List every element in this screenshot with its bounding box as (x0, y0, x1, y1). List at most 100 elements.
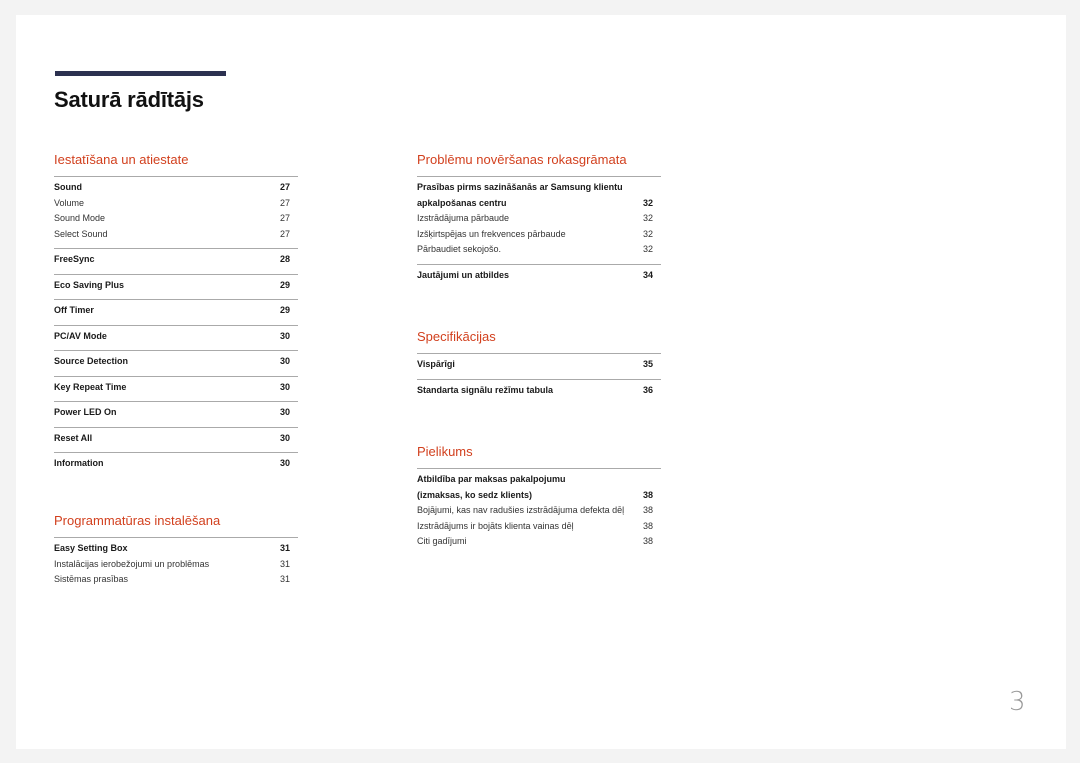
toc-subentry-label: Instalācijas ierobežojumi un problēmas (54, 558, 210, 569)
toc-entry-page: 35 (642, 359, 653, 369)
toc-group: Source Detection 30 (54, 351, 298, 377)
toc-subentry-label: Izstrādājuma pārbaude (417, 213, 510, 223)
toc-group: Information 30 (54, 453, 298, 478)
toc-entry-label: Information (54, 458, 104, 468)
toc-entry-label: Atbildība par maksas pakalpojumu (417, 474, 566, 484)
toc-entry-page: 34 (642, 269, 653, 280)
toc-subentry[interactable]: Izšķirtspējas un frekvences pārbaude 32 (417, 227, 653, 243)
page-title: Saturā rādītājs (54, 87, 204, 112)
toc-entry[interactable]: (izmaksas, ko sedz klients) 38 (417, 488, 653, 504)
toc-entry-page: 29 (279, 279, 290, 290)
section-heading[interactable]: Pielikums (417, 441, 661, 469)
toc-subentry-page: 31 (279, 558, 290, 569)
toc-entry-label: Source Detection (54, 356, 129, 366)
toc-entry-page: 38 (642, 489, 653, 500)
toc-subentry-label: Citi gadījumi (417, 536, 467, 546)
toc-subentry-label: Izstrādājums ir bojāts klienta vainas dē… (417, 520, 574, 531)
toc-subentry-page: 32 (642, 244, 653, 254)
toc-entry-label: apkalpošanas centru (417, 197, 507, 208)
toc-subentry[interactable]: Pārbaudiet sekojošo. 32 (417, 242, 653, 258)
toc-subentry[interactable]: Volume 27 (54, 196, 290, 212)
toc-entry[interactable]: Power LED On 30 (54, 405, 290, 421)
section-heading[interactable]: Specifikācijas (417, 326, 661, 354)
toc-section-specifications: Specifikācijas Vispārīgi 35 Standarta sign… (417, 326, 661, 404)
toc-group: Jautājumi un atbildes 34 (417, 265, 661, 290)
toc-group: Sound 27 Volume 27 Sound Mode 27 Select Sound 2… (54, 177, 298, 249)
toc-subentry-page: 32 (642, 213, 653, 223)
toc-entry-label: Reset All (54, 432, 93, 443)
toc-entry-page: 30 (279, 432, 290, 443)
toc-subentry-page: 38 (642, 520, 653, 531)
toc-group: Eco Saving Plus 29 (54, 275, 298, 300)
toc-subentry-label: Bojājumi, kas nav radušies izstrādājuma … (417, 505, 625, 515)
toc-entry-label: Jautājumi un atbildes (417, 269, 510, 280)
toc-entry-label: Easy Setting Box (54, 543, 128, 553)
page-number: 3 (1009, 687, 1026, 717)
toc-entry[interactable]: PC/AV Mode 30 (54, 329, 290, 345)
toc-subentry[interactable]: Bojājumi, kas nav radušies izstrādājuma … (417, 503, 653, 519)
toc-entry-label: (izmaksas, ko sedz klients) (417, 489, 533, 500)
title-accent-bar (55, 71, 226, 76)
toc-entry[interactable]: Easy Setting Box 31 (54, 541, 290, 557)
toc-entry[interactable]: Information 30 (54, 456, 290, 472)
toc-entry[interactable]: Standarta signālu režīmu tabula 36 (417, 383, 653, 399)
toc-subentry-page: 31 (279, 574, 290, 584)
toc-entry[interactable]: Vispārīgi 35 (417, 357, 653, 373)
toc-group: FreeSync 28 (54, 249, 298, 275)
toc-entry-label: Key Repeat Time (54, 381, 127, 392)
toc-entry[interactable]: Eco Saving Plus 29 (54, 278, 290, 294)
toc-group: Easy Setting Box 31 Instalācijas ierobežoj… (54, 538, 298, 594)
toc-subentry-label: Izšķirtspējas un frekvences pārbaude (417, 228, 566, 239)
toc-subentry[interactable]: Izstrādājums ir bojāts klienta vainas dē… (417, 519, 653, 535)
toc-section-troubleshooting: Problēmu novēršanas rokasgrāmata Prasība… (417, 149, 661, 289)
toc-section-appendix: Pielikums Atbildība par maksas pakalpoju… (417, 441, 661, 556)
toc-entry[interactable]: Source Detection 30 (54, 354, 290, 370)
section-heading[interactable]: Iestatīšana un atiestate (54, 149, 298, 177)
toc-entry-label: FreeSync (54, 254, 95, 264)
toc-entry-page: 29 (279, 305, 290, 315)
toc-entry-line[interactable]: Atbildība par maksas pakalpojumu (417, 472, 653, 488)
toc-entry-line[interactable]: Prasības pirms sazināšanās ar Samsung kl… (417, 180, 653, 196)
toc-group: Power LED On 30 (54, 402, 298, 428)
toc-entry-page: 32 (642, 197, 653, 208)
toc-group: Reset All 30 (54, 428, 298, 453)
toc-entry[interactable]: Reset All 30 (54, 431, 290, 447)
toc-subentry[interactable]: Izstrādājuma pārbaude 32 (417, 211, 653, 227)
toc-entry-page: 28 (279, 254, 290, 264)
toc-entry[interactable]: FreeSync 28 (54, 252, 290, 268)
toc-subentry[interactable]: Citi gadījumi 38 (417, 534, 653, 550)
toc-entry-page: 30 (279, 330, 290, 341)
toc-entry-page: 30 (279, 356, 290, 366)
toc-entry-page: 30 (279, 458, 290, 468)
toc-entry[interactable]: Off Timer 29 (54, 303, 290, 319)
toc-section-setup: Iestatīšana un atiestate Sound 27 Volume 27… (54, 149, 298, 478)
toc-subentry[interactable]: Sistēmas prasības 31 (54, 572, 290, 588)
toc-subentry-page: 27 (279, 228, 290, 239)
toc-entry-label: Vispārīgi (417, 359, 455, 369)
toc-entry[interactable]: Jautājumi un atbildes 34 (417, 268, 653, 284)
toc-entry-page: 30 (279, 381, 290, 392)
toc-entry-label: Standarta signālu režīmu tabula (417, 384, 554, 395)
toc-subentry-label: Volume (54, 197, 85, 208)
toc-group: Off Timer 29 (54, 300, 298, 326)
toc-entry-label: Eco Saving Plus (54, 279, 125, 290)
toc-entry-label: Prasības pirms sazināšanās ar Samsung kl… (417, 182, 623, 192)
section-heading[interactable]: Problēmu novēršanas rokasgrāmata (417, 149, 661, 177)
toc-subentry-page: 38 (642, 536, 653, 546)
toc-entry[interactable]: Sound 27 (54, 180, 290, 196)
toc-section-software: Programmatūras instalēšana Easy Setting … (54, 510, 298, 594)
toc-entry-page: 31 (279, 543, 290, 553)
toc-subentry[interactable]: Select Sound 27 (54, 227, 290, 243)
toc-subentry[interactable]: Sound Mode 27 (54, 211, 290, 227)
toc-entry[interactable]: Key Repeat Time 30 (54, 380, 290, 396)
toc-subentry-page: 32 (642, 228, 653, 239)
toc-entry[interactable]: apkalpošanas centru 32 (417, 196, 653, 212)
section-heading[interactable]: Programmatūras instalēšana (54, 510, 298, 538)
toc-subentry[interactable]: Instalācijas ierobežojumi un problēmas 31 (54, 557, 290, 573)
toc-subentry-label: Sistēmas prasības (54, 574, 129, 584)
toc-subentry-label: Sound Mode (54, 213, 106, 223)
toc-subentry-page: 38 (642, 505, 653, 515)
toc-entry-label: Off Timer (54, 305, 94, 315)
toc-entry-page: 27 (279, 182, 290, 192)
toc-entry-label: Power LED On (54, 407, 117, 417)
